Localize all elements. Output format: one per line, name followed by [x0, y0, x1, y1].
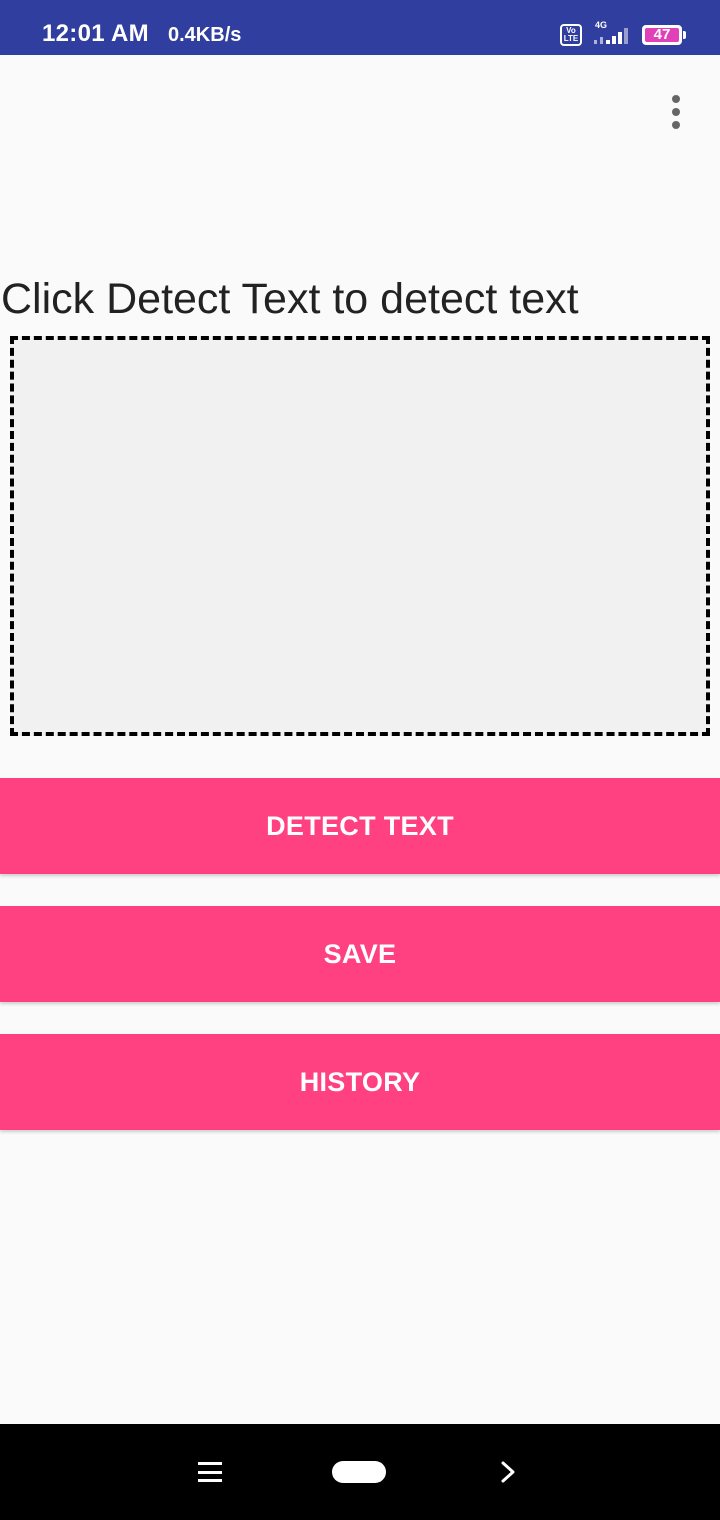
- navigation-bar: [0, 1424, 720, 1520]
- volte-label-bottom: LTE: [563, 34, 579, 43]
- signal-icon: 4G: [594, 20, 628, 44]
- network-speed: 0.4KB/s: [168, 24, 242, 46]
- image-preview[interactable]: [10, 336, 710, 736]
- menu-dot: [672, 95, 680, 103]
- battery-icon: 47: [642, 25, 682, 45]
- volte-icon: Vo LTE: [560, 24, 582, 46]
- save-button[interactable]: SAVE: [0, 906, 720, 1002]
- app-screen: 12:01 AM 0.4KB/s Vo LTE 4G 47 Click Dete…: [0, 0, 720, 1520]
- detect-prompt: Click Detect Text to detect text: [1, 275, 579, 323]
- home-pill-icon[interactable]: [332, 1461, 386, 1483]
- detect-text-button[interactable]: DETECT TEXT: [0, 778, 720, 874]
- battery-tip: [683, 31, 686, 39]
- history-button[interactable]: HISTORY: [0, 1034, 720, 1130]
- status-bar: 12:01 AM 0.4KB/s Vo LTE 4G 47: [0, 0, 720, 55]
- chevron-right-icon[interactable]: [496, 1460, 520, 1484]
- menu-line: [198, 1479, 222, 1482]
- menu-line: [198, 1470, 222, 1474]
- network-type-label: 4G: [595, 20, 607, 30]
- more-vert-icon[interactable]: [652, 88, 700, 136]
- menu-dot: [672, 121, 680, 129]
- menu-line: [198, 1462, 222, 1465]
- battery-level: 47: [653, 26, 671, 43]
- status-time: 12:01 AM: [42, 20, 149, 47]
- menu-dot: [672, 108, 680, 116]
- menu-icon[interactable]: [198, 1462, 222, 1482]
